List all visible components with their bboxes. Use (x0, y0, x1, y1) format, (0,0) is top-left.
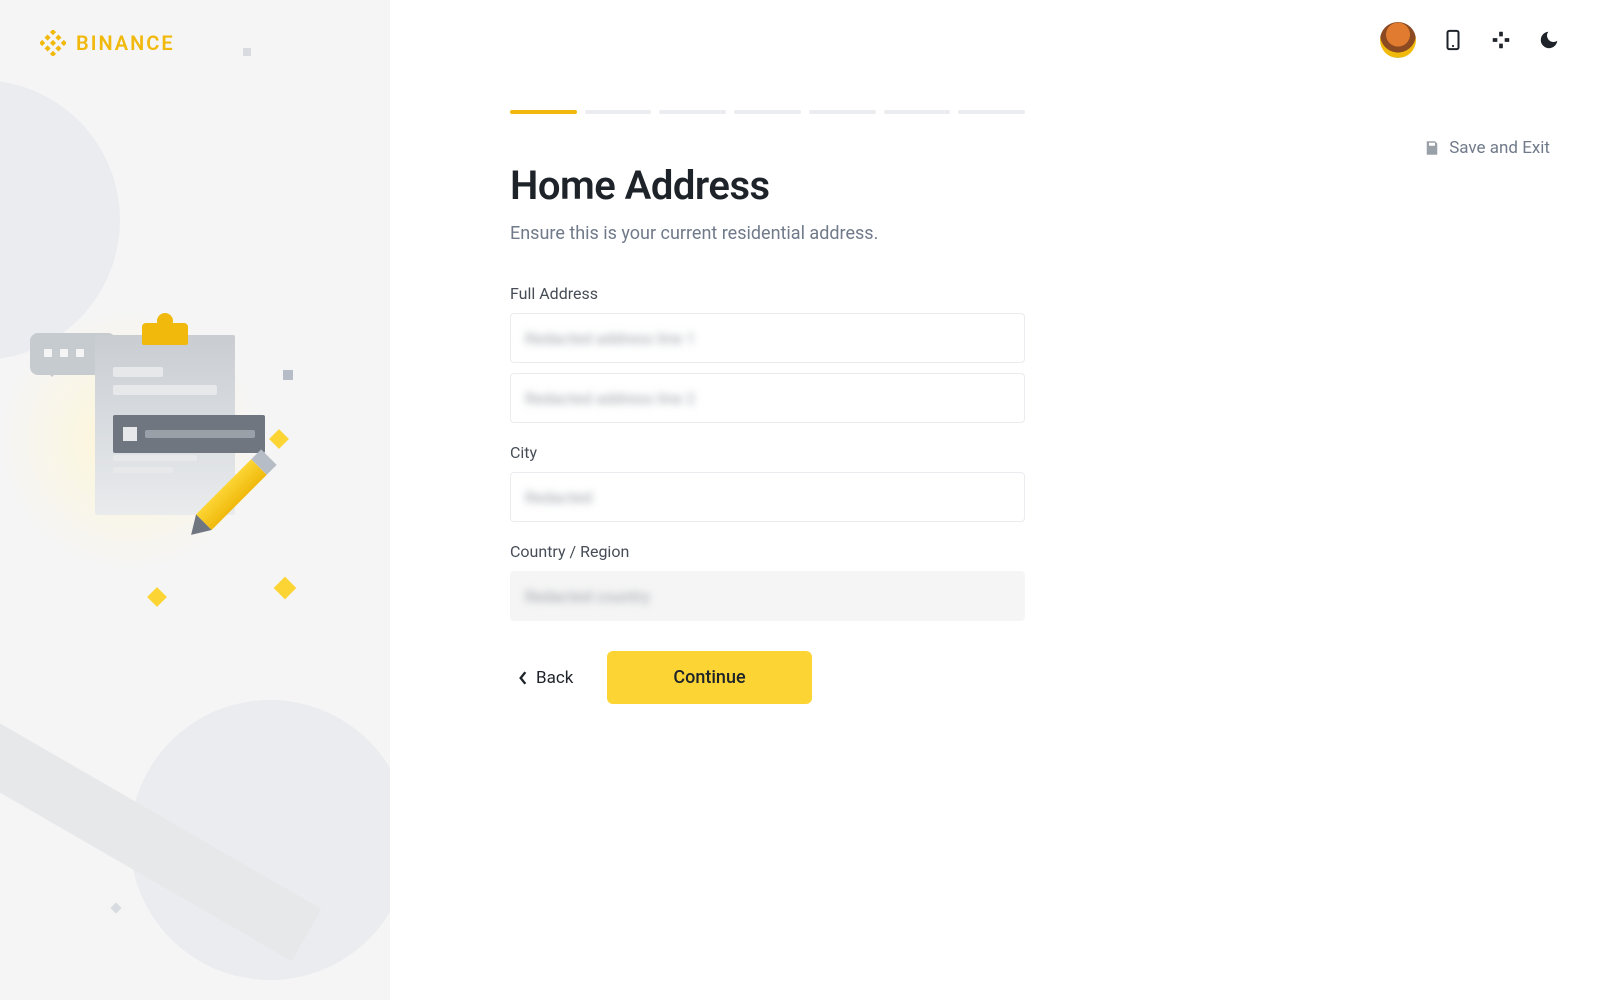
decoration (110, 902, 121, 913)
decoration (274, 577, 297, 600)
back-label: Back (536, 668, 573, 688)
address-line1-input[interactable]: Redacted address line 1 (510, 313, 1025, 363)
progress-step (734, 110, 801, 114)
city-label: City (510, 443, 1025, 462)
country-value: Redacted country (525, 587, 650, 606)
mobile-icon[interactable] (1442, 29, 1464, 51)
decoration (147, 587, 167, 607)
address-line1-value: Redacted address line 1 (525, 329, 695, 348)
clipboard-icon (95, 335, 235, 515)
progress-step (809, 110, 876, 114)
continue-button[interactable]: Continue (607, 651, 811, 704)
progress-step (958, 110, 1025, 114)
sidebar-illustration: BINANCE (0, 0, 390, 1000)
avatar-icon[interactable] (1380, 22, 1416, 58)
address-line2-input[interactable]: Redacted address line 2 (510, 373, 1025, 423)
clipboard-illustration (95, 335, 235, 515)
save-and-exit-label: Save and Exit (1449, 138, 1550, 158)
decoration (269, 429, 289, 449)
full-address-label: Full Address (510, 284, 1025, 303)
decoration (243, 48, 251, 56)
progress-step (510, 110, 577, 114)
progress-step (884, 110, 951, 114)
binance-logo-icon (40, 30, 66, 56)
main-content: Save and Exit Home Address Ensure this i… (390, 0, 1600, 1000)
progress-indicator (510, 110, 1025, 114)
progress-step (659, 110, 726, 114)
moon-icon[interactable] (1538, 29, 1560, 51)
country-label: Country / Region (510, 542, 1025, 561)
globe-icon[interactable] (1490, 29, 1512, 51)
city-input[interactable]: Redacted (510, 472, 1025, 522)
country-input: Redacted country (510, 571, 1025, 621)
decoration (283, 370, 293, 380)
city-value: Redacted (525, 488, 592, 507)
chevron-left-icon (518, 671, 528, 685)
progress-step (585, 110, 652, 114)
brand-name: BINANCE (76, 31, 175, 55)
top-bar (1380, 22, 1560, 58)
brand-logo[interactable]: BINANCE (40, 30, 175, 56)
page-title: Home Address (510, 162, 1025, 209)
address-line2-value: Redacted address line 2 (525, 389, 695, 408)
back-button[interactable]: Back (510, 654, 581, 702)
save-and-exit-button[interactable]: Save and Exit (1423, 138, 1550, 158)
save-icon (1423, 139, 1441, 157)
page-subtitle: Ensure this is your current residential … (510, 223, 1025, 244)
